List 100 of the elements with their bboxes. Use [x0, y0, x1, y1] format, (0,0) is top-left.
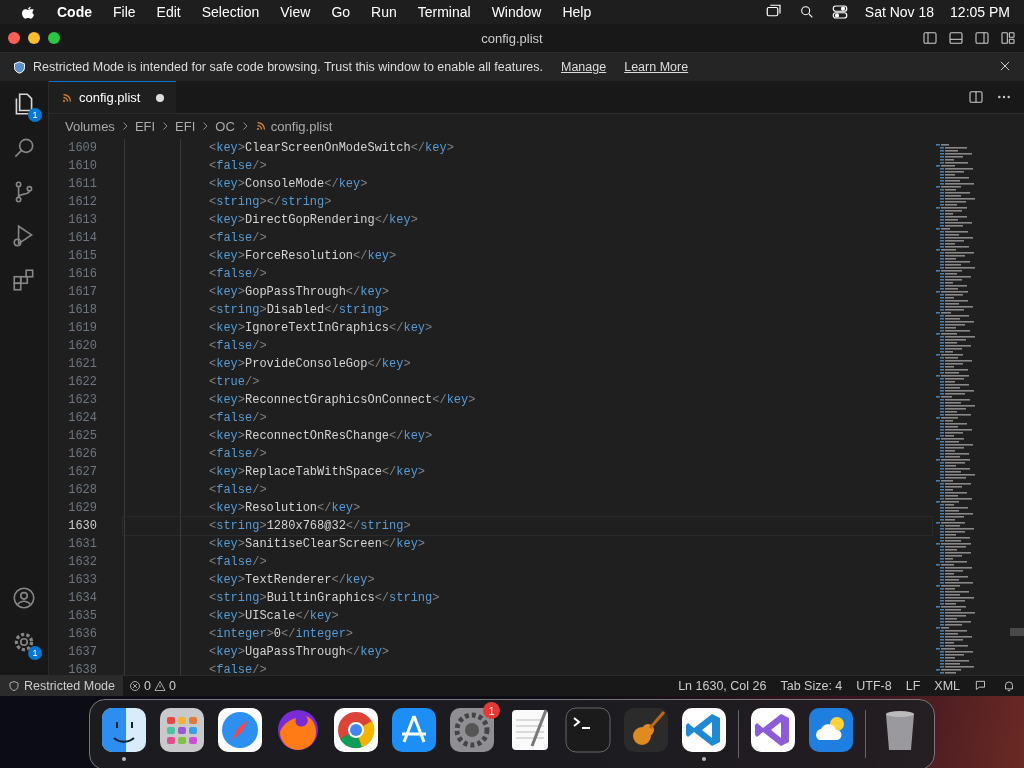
- breadcrumb[interactable]: EFI: [175, 118, 196, 134]
- zoom-button[interactable]: [48, 32, 60, 44]
- menu-item[interactable]: Run: [371, 4, 397, 20]
- code-editor-icon[interactable]: [680, 706, 728, 754]
- error-count[interactable]: 0: [144, 679, 151, 693]
- line-number: 1614: [67, 231, 97, 245]
- breadcrumb[interactable]: EFI: [134, 118, 156, 134]
- shield-icon: [12, 59, 27, 75]
- compass-icon[interactable]: [216, 706, 264, 754]
- line-number: 1613: [67, 213, 97, 227]
- layout-icon[interactable]: [1000, 30, 1016, 46]
- code-line: <key>ForceResolution</key>: [209, 249, 397, 263]
- scrollbar-thumb[interactable]: [1010, 628, 1024, 636]
- breadcrumb[interactable]: Volumes: [65, 118, 115, 134]
- line-number: 1610: [67, 159, 97, 173]
- code-line: <string>Disabled</string>: [209, 303, 390, 317]
- app-grid-icon[interactable]: [158, 706, 206, 754]
- code-line: <key>ReconnectGraphicsOnConnect</key>: [209, 393, 476, 407]
- breadcrumb[interactable]: OC: [215, 118, 235, 134]
- smiling-face-icon[interactable]: [100, 706, 148, 754]
- notification-badge: 1: [28, 646, 42, 660]
- rss-icon: [254, 120, 267, 132]
- terminal-icon[interactable]: [564, 706, 612, 754]
- line-number: 1625: [67, 429, 97, 443]
- code-line: <key>Resolution</key>: [209, 501, 361, 515]
- sidebar-right-icon[interactable]: [974, 30, 990, 46]
- line-number: 1622: [67, 375, 97, 389]
- status-item[interactable]: Ln 1630, Col 26: [678, 679, 767, 693]
- code-line: <string>BuiltinGraphics</string>: [209, 591, 440, 605]
- code-line: <false/>: [209, 411, 267, 425]
- restricted-mode-indicator[interactable]: Restricted Mode: [0, 676, 123, 696]
- code-line: <false/>: [209, 267, 267, 281]
- feedback-icon[interactable]: [974, 679, 988, 693]
- menu-item[interactable]: View: [280, 4, 311, 20]
- menu-item[interactable]: Terminal: [417, 4, 471, 20]
- line-number: 1634: [67, 591, 97, 605]
- notification-badge: 1: [28, 108, 42, 122]
- line-number: 1633: [67, 573, 97, 587]
- close-button[interactable]: [8, 32, 20, 44]
- editor-tab[interactable]: config.plist: [49, 81, 177, 113]
- code-line: <false/>: [209, 663, 267, 675]
- banner-link[interactable]: Manage: [561, 60, 607, 74]
- line-number: 1630: [67, 519, 97, 533]
- restricted-mode-message: Restricted Mode is intended for safe code browsing. Trust this window to enable all features.: [33, 60, 543, 74]
- notification-badge: 1: [483, 702, 500, 719]
- status-item[interactable]: Tab Size: 4: [780, 679, 843, 693]
- code-line: <key>ProvideConsoleGop</key>: [209, 357, 411, 371]
- code-line: <false/>: [209, 483, 267, 497]
- line-number: 1631: [67, 537, 97, 551]
- account-icon[interactable]: [11, 585, 37, 611]
- bell-icon[interactable]: [1002, 679, 1016, 693]
- app-store-icon[interactable]: [390, 706, 438, 754]
- window-title: config.plist: [481, 30, 543, 46]
- menubar-time[interactable]: 12:05 PM: [950, 4, 1010, 20]
- code-line: <true/>: [209, 375, 260, 389]
- apple-icon[interactable]: [20, 4, 36, 20]
- warning-icon: [153, 680, 166, 692]
- code-line: <key>ReplaceTabWithSpace</key>: [209, 465, 426, 479]
- breadcrumb[interactable]: config.plist: [270, 118, 333, 134]
- menu-item[interactable]: Go: [331, 4, 351, 20]
- code-line: <false/>: [209, 339, 267, 353]
- guitar-icon[interactable]: [622, 706, 670, 754]
- code-line: <key>IgnoreTextInGraphics</key>: [209, 321, 433, 335]
- gear-icon[interactable]: [448, 706, 496, 754]
- menu-item[interactable]: Selection: [201, 4, 260, 20]
- menu-item[interactable]: Help: [562, 4, 592, 20]
- line-number: 1636: [67, 627, 97, 641]
- line-number: 1629: [67, 501, 97, 515]
- sidebar-left-icon[interactable]: [922, 30, 938, 46]
- warning-count[interactable]: 0: [168, 679, 176, 693]
- toggles-icon[interactable]: [830, 3, 849, 21]
- panel-bottom-icon[interactable]: [948, 30, 964, 46]
- code-line: <key>TextRenderer</key>: [209, 573, 375, 587]
- line-number: 1611: [67, 177, 97, 191]
- minimize-button[interactable]: [28, 32, 40, 44]
- menu-item[interactable]: File: [113, 4, 136, 20]
- code-line: <key>ClearScreenOnModeSwitch</key>: [209, 141, 454, 155]
- menubar-date[interactable]: Sat Nov 18: [864, 4, 935, 20]
- code-line: <false/>: [209, 159, 267, 173]
- menu-item[interactable]: Window: [491, 4, 542, 20]
- status-item[interactable]: UTF-8: [856, 679, 892, 693]
- line-number: 1616: [67, 267, 97, 281]
- line-number: 1612: [67, 195, 97, 209]
- sun-cloud-icon[interactable]: [807, 706, 855, 754]
- code-line: <false/>: [209, 231, 267, 245]
- code-line: <integer>0</integer>: [209, 627, 354, 641]
- split-editor-icon[interactable]: [968, 89, 984, 105]
- line-number: 1617: [67, 285, 97, 299]
- code-line: <key>UgaPassThrough</key>: [209, 645, 390, 659]
- search-icon[interactable]: [798, 4, 815, 20]
- menu-item[interactable]: Edit: [156, 4, 181, 20]
- line-number: 1615: [67, 249, 97, 263]
- line-number: 1619: [67, 321, 97, 335]
- shield-icon: [8, 680, 20, 692]
- banner-link[interactable]: Learn More: [624, 60, 689, 74]
- code-line: <key>SanitiseClearScreen</key>: [209, 537, 426, 551]
- app-menu[interactable]: Code: [57, 4, 92, 20]
- code-line: <key>UIScale</key>: [209, 609, 339, 623]
- status-item[interactable]: LF: [905, 679, 921, 693]
- status-item[interactable]: XML: [934, 679, 960, 693]
